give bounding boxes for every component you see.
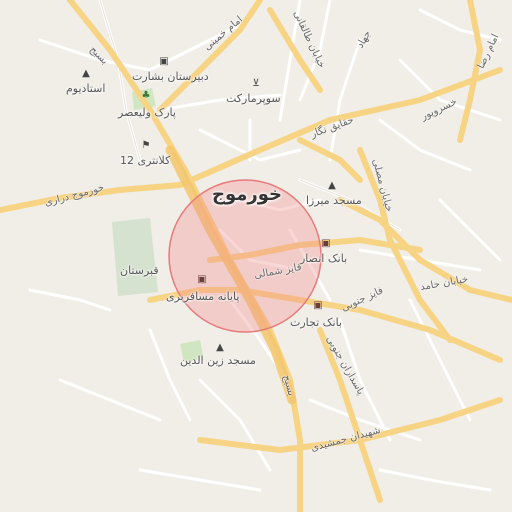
bank-icon[interactable]: ▣ xyxy=(320,238,332,250)
cart-icon[interactable]: ⊻ xyxy=(250,78,262,90)
poi-label-mosque-zeinodin: مسجد زین الدین xyxy=(180,354,256,367)
cemetery-area xyxy=(112,218,158,296)
poi-label-cemetery: قبرستان xyxy=(120,264,159,277)
mosque-icon[interactable]: ▲ xyxy=(214,342,226,354)
map-view[interactable]: خورموج ▲ ▣ ⊻ ♣ ⚑ ▲ ▣ ▣ ▣ ▲ استادیوم دبیر… xyxy=(0,0,512,512)
tree-icon[interactable]: ♣ xyxy=(140,90,152,102)
poi-label-police: کلانتری 12 xyxy=(120,154,171,167)
poi-label-mosque-mirza: مسجد میرزا xyxy=(306,194,362,207)
poi-label-bank-ansar: بانک انصار xyxy=(300,252,348,265)
city-label: خورموج xyxy=(212,184,283,205)
mosque-icon[interactable]: ▲ xyxy=(326,180,338,192)
poi-label-bank-tejarat: بانک تجارت xyxy=(290,316,342,329)
poi-label-park: پارک ولیعصر xyxy=(118,106,176,119)
bank-icon[interactable]: ▣ xyxy=(312,300,324,312)
poi-label-stadium: استادیوم xyxy=(66,82,106,95)
police-icon[interactable]: ⚑ xyxy=(140,140,152,152)
poi-label-terminal: پایانه مسافربری xyxy=(166,290,240,303)
map-canvas xyxy=(0,0,512,512)
poi-label-supermarket: سوپرمارکت xyxy=(226,92,281,105)
bus-icon[interactable]: ▣ xyxy=(196,274,208,286)
school-icon[interactable]: ▣ xyxy=(158,56,170,68)
poi-label-school: دبیرستان بشارت xyxy=(132,70,209,83)
stadium-icon[interactable]: ▲ xyxy=(80,68,92,80)
